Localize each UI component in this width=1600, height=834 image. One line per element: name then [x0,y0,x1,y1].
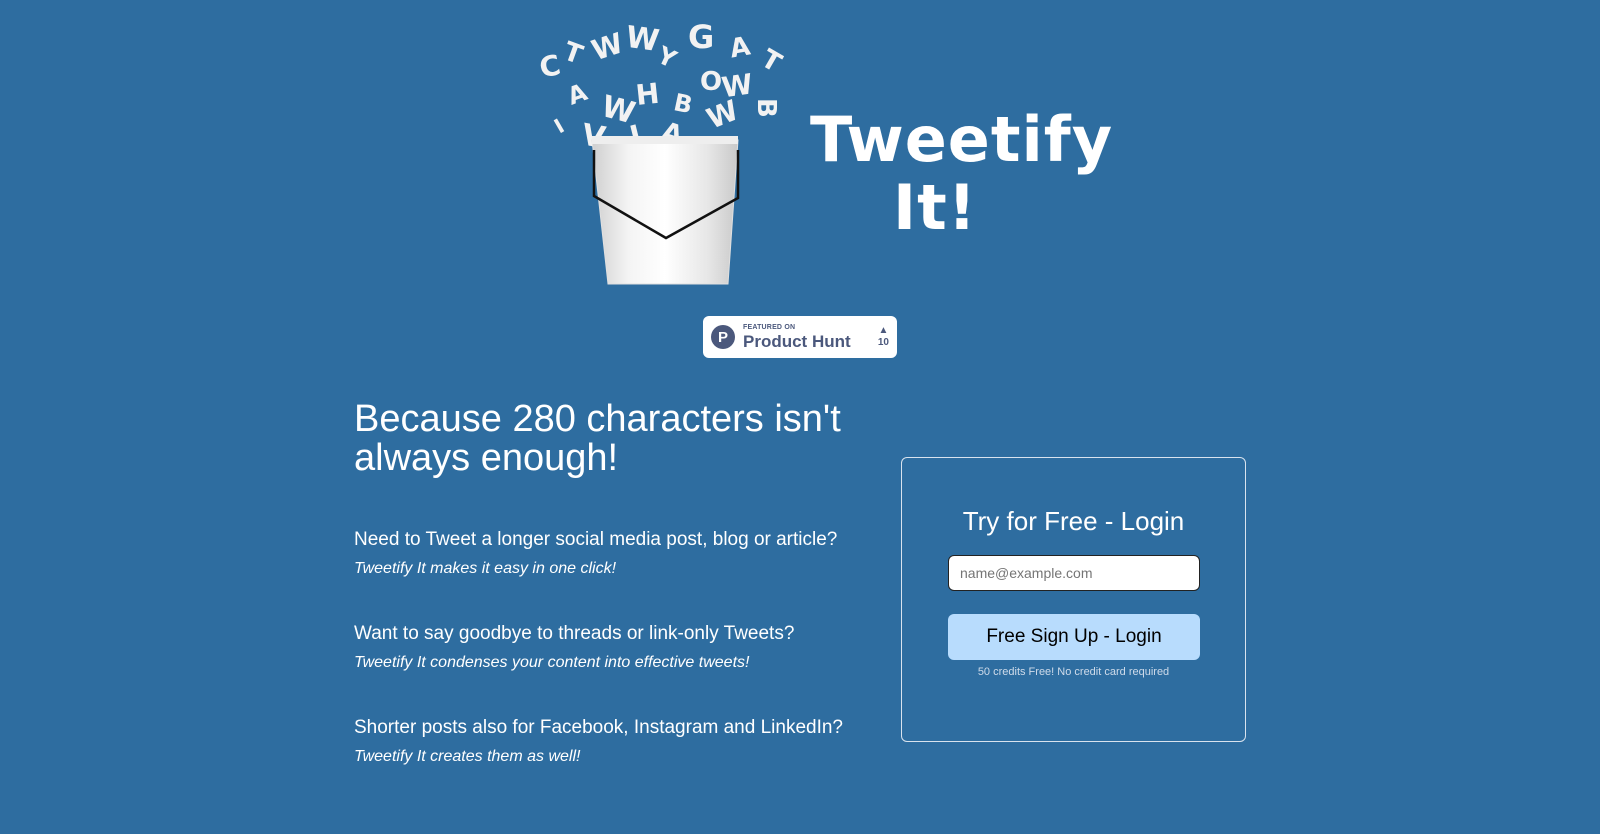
svg-text:W: W [588,26,628,67]
logo-title-line1: Tweetify [810,103,1114,176]
product-hunt-name: Product Hunt [743,332,851,351]
svg-text:H: H [634,77,661,112]
feature-item: Want to say goodbye to threads or link-o… [354,622,874,674]
email-input[interactable] [948,555,1200,591]
svg-text:A: A [564,78,591,111]
page-headline: Because 280 characters isn't always enou… [354,398,841,479]
svg-text:G: G [688,18,714,56]
feature-answer: Tweetify It condenses your content into … [354,654,750,671]
svg-text:A: A [728,31,753,64]
logo-title-line2: It! [893,171,977,244]
svg-text:W: W [624,20,662,59]
signup-card: Try for Free - Login Free Sign Up - Logi… [901,457,1246,742]
signup-title: Try for Free - Login [962,506,1185,536]
svg-text:C: C [540,48,563,85]
hero-logo: C T W W Y G A T A W H B O W B I V L A W [540,18,1114,298]
feature-answer: Tweetify It creates them as well! [354,748,581,765]
svg-text:T: T [559,36,586,70]
svg-text:B: B [671,88,695,119]
svg-text:T: T [756,44,787,79]
feature-item: Need to Tweet a longer social media post… [354,528,874,580]
bucket-icon: C T W W Y G A T A W H B O W B I V L A W [540,18,787,285]
product-hunt-badge[interactable]: P FEATURED ON Product Hunt ▲ 10 [703,316,897,358]
product-hunt-votes: ▲ 10 [878,326,889,348]
product-hunt-text: FEATURED ON Product Hunt [743,324,851,350]
upvote-arrow-icon: ▲ [878,325,889,336]
feature-question: Shorter posts also for Facebook, Instagr… [354,717,843,738]
feature-question: Need to Tweet a longer social media post… [354,529,838,550]
logo-text: Tweetify It! [810,103,1114,244]
product-hunt-icon: P [711,325,735,349]
hero-content: Because 280 characters isn't always enou… [354,400,874,768]
svg-text:B: B [751,98,781,118]
feature-answer: Tweetify It makes it easy in one click! [354,560,617,577]
signup-login-button[interactable]: Free Sign Up - Login [948,614,1200,660]
product-hunt-featured-label: FEATURED ON [743,324,796,331]
vote-count: 10 [877,337,889,348]
feature-question: Want to say goodbye to threads or link-o… [354,623,795,644]
signup-note: 50 credits Free! No credit card required [977,666,1170,678]
feature-item: Shorter posts also for Facebook, Instagr… [354,716,874,768]
svg-text:I: I [550,114,568,139]
landing-page: C T W W Y G A T A W H B O W B I V L A W [0,0,1600,834]
